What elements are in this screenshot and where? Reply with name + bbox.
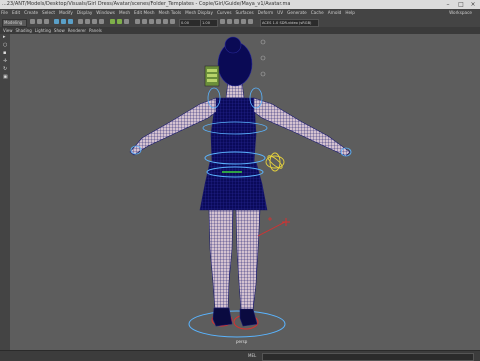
picker-dot-1[interactable] [260, 39, 266, 45]
panel-menu-bar: View Shading Lighting Show Renderer Panels [0, 27, 480, 34]
xray-icon[interactable] [241, 19, 246, 24]
ik-handle-line[interactable] [257, 221, 286, 237]
left-leg-mesh[interactable] [208, 209, 234, 310]
menu-item[interactable]: Edit [12, 9, 20, 17]
menu-item[interactable]: File [1, 9, 8, 17]
menu-item[interactable]: Windows [96, 9, 115, 17]
menu-item[interactable]: Help [345, 9, 355, 17]
menu-item[interactable]: Surfaces [236, 9, 254, 17]
exposure-icon[interactable] [227, 19, 232, 24]
minimize-button[interactable]: – [442, 0, 454, 9]
color-management-icon[interactable] [248, 19, 253, 24]
select-hierarchy-icon[interactable] [54, 19, 59, 24]
scale-tool-icon[interactable]: ▣ [3, 75, 8, 80]
shaded-icon[interactable] [156, 19, 161, 24]
viewport-persp[interactable]: persp [10, 34, 480, 350]
hair-bun[interactable] [224, 36, 242, 54]
isolate-icon[interactable] [234, 19, 239, 24]
main-menu-bar: File Edit Create Select Modify Display Windows… [0, 9, 480, 17]
gamma-icon[interactable] [220, 19, 225, 24]
ipr-render-icon[interactable] [117, 19, 122, 24]
ground-control-ring[interactable] [188, 310, 286, 338]
toolbox: ▸ ○ ▪ ✛ ↻ ▣ [0, 34, 10, 350]
snap-grid-icon[interactable] [78, 19, 83, 24]
grid-toggle-icon[interactable] [142, 19, 147, 24]
menu-item[interactable]: Mesh Display [185, 9, 213, 17]
paint-select-icon[interactable]: ▪ [3, 51, 8, 56]
menu-item[interactable]: Cache [311, 9, 324, 17]
right-leg-mesh[interactable] [235, 209, 261, 311]
select-object-icon[interactable] [61, 19, 66, 24]
close-button[interactable]: × [467, 0, 479, 9]
menu-item[interactable]: Create [24, 9, 38, 17]
picker-dot-3[interactable] [260, 71, 266, 77]
ik-handle-marker[interactable] [268, 217, 272, 221]
open-scene-icon[interactable] [37, 19, 42, 24]
color-space-field[interactable]: ACES 1.0 SDR-video (sRGB) [260, 19, 319, 27]
lighting-icon[interactable] [170, 19, 175, 24]
new-scene-icon[interactable] [30, 19, 35, 24]
viewport-canvas[interactable] [10, 34, 480, 350]
panel-menu-item[interactable]: Renderer [68, 27, 86, 34]
right-arm-mesh[interactable] [253, 97, 351, 157]
left-shoe[interactable] [212, 307, 233, 327]
near-clip-field[interactable]: 0.00 [179, 19, 201, 27]
far-clip-field[interactable]: 1.00 [200, 19, 218, 27]
menu-item[interactable]: Arnold [328, 9, 342, 17]
menu-item[interactable]: UV [277, 9, 283, 17]
face-picker-panel[interactable] [204, 65, 220, 87]
left-arm-mesh[interactable] [129, 97, 217, 156]
snap-view-icon[interactable] [99, 19, 104, 24]
menu-item[interactable]: Select [42, 9, 55, 17]
render-icon[interactable] [110, 19, 115, 24]
menu-item[interactable]: Mesh Tools [159, 9, 182, 17]
command-line: MEL [0, 350, 480, 361]
move-tool-icon[interactable]: ✛ [3, 59, 8, 64]
menu-set-dropdown[interactable]: Modeling [2, 19, 27, 27]
picker-dot-2[interactable] [260, 55, 266, 61]
menu-item[interactable]: Curves [217, 9, 232, 17]
panel-menu-item[interactable]: Panels [89, 27, 102, 34]
menu-list: File Edit Create Select Modify Display Windows… [0, 9, 355, 17]
panel-menu-item[interactable]: Shading [16, 27, 32, 34]
snap-point-icon[interactable] [92, 19, 97, 24]
menu-item[interactable]: Edit Mesh [134, 9, 154, 17]
window-title: ...23/ANT/Models/Desktop/Visuals/Girl Dr… [2, 1, 291, 7]
panel-menu-item[interactable]: Lighting [35, 27, 51, 34]
panel-menu-item[interactable]: View [3, 27, 13, 34]
workspace-selector[interactable]: Workspace [449, 9, 472, 17]
menu-item[interactable]: Deform [258, 9, 274, 17]
rotate-tool-icon[interactable]: ↻ [3, 67, 8, 72]
camera-name-label: persp [236, 339, 248, 344]
menu-item[interactable]: Mesh [119, 9, 130, 17]
menu-item[interactable]: Generate [287, 9, 307, 17]
render-settings-icon[interactable] [124, 19, 129, 24]
snap-curve-icon[interactable] [85, 19, 90, 24]
camera-icon[interactable] [135, 19, 140, 24]
maximize-button[interactable]: □ [455, 0, 467, 9]
wireframe-icon[interactable] [149, 19, 154, 24]
ik-handle-cross[interactable] [282, 218, 290, 226]
lasso-tool-icon[interactable]: ○ [3, 43, 8, 48]
pole-vector-gimbal[interactable] [265, 152, 285, 172]
menu-item[interactable]: Modify [59, 9, 73, 17]
window-title-bar: ...23/ANT/Models/Desktop/Visuals/Girl Dr… [0, 0, 480, 9]
textured-icon[interactable] [163, 19, 168, 24]
select-component-icon[interactable] [68, 19, 73, 24]
select-tool-icon[interactable]: ▸ [3, 35, 8, 40]
menu-item[interactable]: Display [77, 9, 92, 17]
save-scene-icon[interactable] [44, 19, 49, 24]
panel-menu-item[interactable]: Show [54, 27, 65, 34]
